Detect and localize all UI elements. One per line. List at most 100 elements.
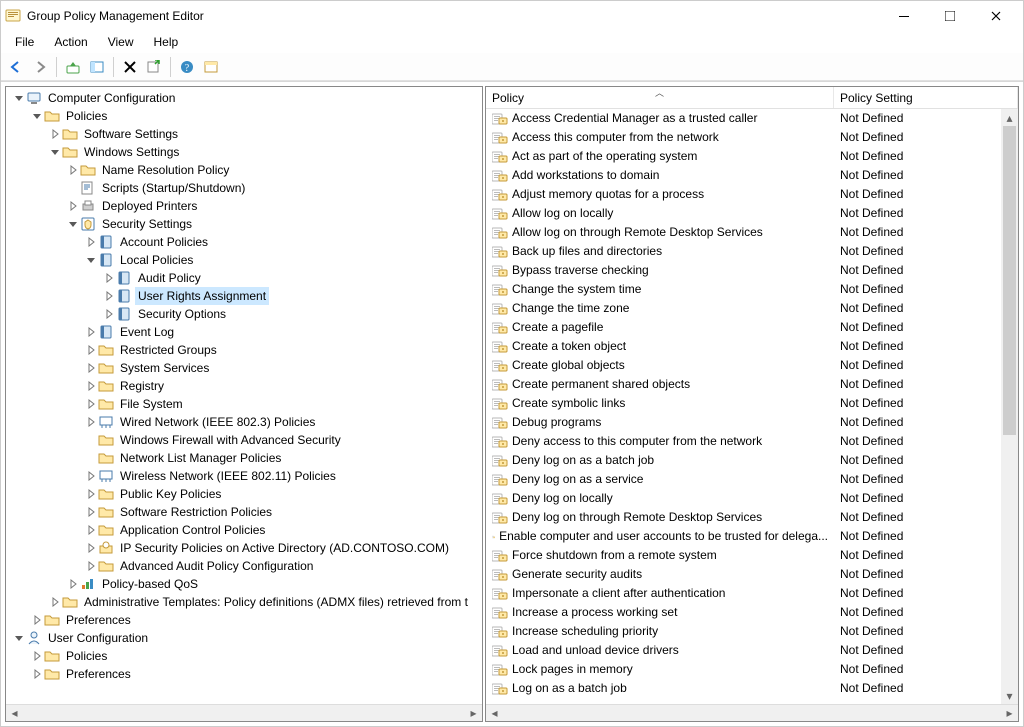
toolbar-help-button[interactable]: ? (176, 56, 198, 78)
toolbar-up-button[interactable] (62, 56, 84, 78)
tree-item[interactable]: File System (8, 395, 482, 413)
policy-row[interactable]: Deny log on through Remote Desktop Servi… (486, 508, 1018, 527)
scroll-down-icon[interactable]: ▾ (1001, 687, 1018, 704)
tree-item[interactable]: Scripts (Startup/Shutdown) (8, 179, 482, 197)
policy-row[interactable]: Enable computer and user accounts to be … (486, 527, 1018, 546)
column-setting[interactable]: Policy Setting (834, 87, 1018, 108)
tree-item[interactable]: Local Policies (8, 251, 482, 269)
menu-file[interactable]: File (7, 33, 42, 51)
expander-icon[interactable] (84, 487, 98, 501)
scroll-up-icon[interactable]: ▴ (1001, 109, 1018, 126)
tree-item[interactable]: Name Resolution Policy (8, 161, 482, 179)
tree-item[interactable]: Wireless Network (IEEE 802.11) Policies (8, 467, 482, 485)
policy-row[interactable]: Deny access to this computer from the ne… (486, 432, 1018, 451)
tree[interactable]: Computer ConfigurationPoliciesSoftware S… (6, 87, 482, 704)
expander-icon[interactable] (66, 577, 80, 591)
expander-icon[interactable] (84, 559, 98, 573)
tree-item[interactable]: Software Settings (8, 125, 482, 143)
tree-item[interactable]: Account Policies (8, 233, 482, 251)
policy-row[interactable]: Create permanent shared objectsNot Defin… (486, 375, 1018, 394)
scroll-right-icon[interactable]: ▸ (1001, 705, 1018, 722)
tree-item[interactable]: Computer Configuration (8, 89, 482, 107)
policy-row[interactable]: Create a token objectNot Defined (486, 337, 1018, 356)
close-button[interactable] (973, 1, 1019, 31)
policy-row[interactable]: Act as part of the operating systemNot D… (486, 147, 1018, 166)
tree-item[interactable]: Windows Settings (8, 143, 482, 161)
expander-icon[interactable] (84, 415, 98, 429)
column-policy[interactable]: Policy ︿ (486, 87, 834, 108)
policy-row[interactable]: Change the system timeNot Defined (486, 280, 1018, 299)
list-hscroll[interactable]: ◂ ▸ (486, 704, 1018, 721)
expander-icon[interactable] (84, 523, 98, 537)
tree-item[interactable]: IP Security Policies on Active Directory… (8, 539, 482, 557)
policy-row[interactable]: Access this computer from the networkNot… (486, 128, 1018, 147)
tree-item[interactable]: Software Restriction Policies (8, 503, 482, 521)
expander-icon[interactable] (84, 343, 98, 357)
tree-item[interactable]: Registry (8, 377, 482, 395)
expander-icon[interactable] (30, 109, 44, 123)
tree-item[interactable]: Advanced Audit Policy Configuration (8, 557, 482, 575)
policy-row[interactable]: Create symbolic linksNot Defined (486, 394, 1018, 413)
policy-row[interactable]: Back up files and directoriesNot Defined (486, 242, 1018, 261)
tree-item[interactable]: Application Control Policies (8, 521, 482, 539)
expander-icon[interactable] (66, 163, 80, 177)
expander-icon[interactable] (48, 127, 62, 141)
expander-icon[interactable] (84, 505, 98, 519)
toolbar-export-button[interactable] (143, 56, 165, 78)
expander-icon[interactable] (84, 253, 98, 267)
policy-row[interactable]: Allow log on through Remote Desktop Serv… (486, 223, 1018, 242)
toolbar-back-button[interactable] (5, 56, 27, 78)
policy-row[interactable]: Adjust memory quotas for a processNot De… (486, 185, 1018, 204)
policy-row[interactable]: Debug programsNot Defined (486, 413, 1018, 432)
policy-row[interactable]: Bypass traverse checkingNot Defined (486, 261, 1018, 280)
expander-icon[interactable] (30, 667, 44, 681)
policy-row[interactable]: Allow log on locallyNot Defined (486, 204, 1018, 223)
policy-row[interactable]: Lock pages in memoryNot Defined (486, 660, 1018, 679)
maximize-button[interactable] (927, 1, 973, 31)
expander-icon[interactable] (84, 541, 98, 555)
expander-icon[interactable] (84, 361, 98, 375)
tree-item[interactable]: Policy-based QoS (8, 575, 482, 593)
policy-row[interactable]: Log on as a batch jobNot Defined (486, 679, 1018, 698)
expander-icon[interactable] (12, 91, 26, 105)
expander-icon[interactable] (48, 595, 62, 609)
expander-icon[interactable] (48, 145, 62, 159)
scroll-left-icon[interactable]: ◂ (6, 705, 23, 722)
policy-list[interactable]: Access Credential Manager as a trusted c… (486, 109, 1018, 704)
policy-row[interactable]: Impersonate a client after authenticatio… (486, 584, 1018, 603)
expander-icon[interactable] (102, 307, 116, 321)
expander-icon[interactable] (84, 235, 98, 249)
menu-action[interactable]: Action (46, 33, 95, 51)
expander-icon[interactable] (84, 469, 98, 483)
tree-item[interactable]: User Configuration (8, 629, 482, 647)
expander-icon[interactable] (84, 397, 98, 411)
policy-row[interactable]: Force shutdown from a remote systemNot D… (486, 546, 1018, 565)
tree-item[interactable]: Network List Manager Policies (8, 449, 482, 467)
tree-item[interactable]: Security Options (8, 305, 482, 323)
tree-item[interactable]: System Services (8, 359, 482, 377)
tree-item[interactable]: Security Settings (8, 215, 482, 233)
minimize-button[interactable] (881, 1, 927, 31)
tree-item[interactable]: Policies (8, 107, 482, 125)
policy-row[interactable]: Deny log on as a serviceNot Defined (486, 470, 1018, 489)
tree-item[interactable]: Preferences (8, 665, 482, 683)
expander-icon[interactable] (66, 217, 80, 231)
policy-row[interactable]: Increase scheduling priorityNot Defined (486, 622, 1018, 641)
policy-row[interactable]: Create global objectsNot Defined (486, 356, 1018, 375)
policy-row[interactable]: Increase a process working setNot Define… (486, 603, 1018, 622)
policy-row[interactable]: Deny log on as a batch jobNot Defined (486, 451, 1018, 470)
list-vscroll[interactable]: ▴ ▾ (1001, 109, 1018, 704)
tree-item[interactable]: Preferences (8, 611, 482, 629)
policy-row[interactable]: Add workstations to domainNot Defined (486, 166, 1018, 185)
expander-icon[interactable] (84, 325, 98, 339)
toolbar-show-hide-button[interactable] (86, 56, 108, 78)
tree-item[interactable]: Windows Firewall with Advanced Security (8, 431, 482, 449)
tree-item[interactable]: Public Key Policies (8, 485, 482, 503)
tree-item[interactable]: Deployed Printers (8, 197, 482, 215)
scroll-right-icon[interactable]: ▸ (465, 705, 482, 722)
policy-row[interactable]: Generate security auditsNot Defined (486, 565, 1018, 584)
tree-item[interactable]: Policies (8, 647, 482, 665)
expander-icon[interactable] (30, 649, 44, 663)
tree-hscroll[interactable]: ◂ ▸ (6, 704, 482, 721)
tree-item[interactable]: Event Log (8, 323, 482, 341)
